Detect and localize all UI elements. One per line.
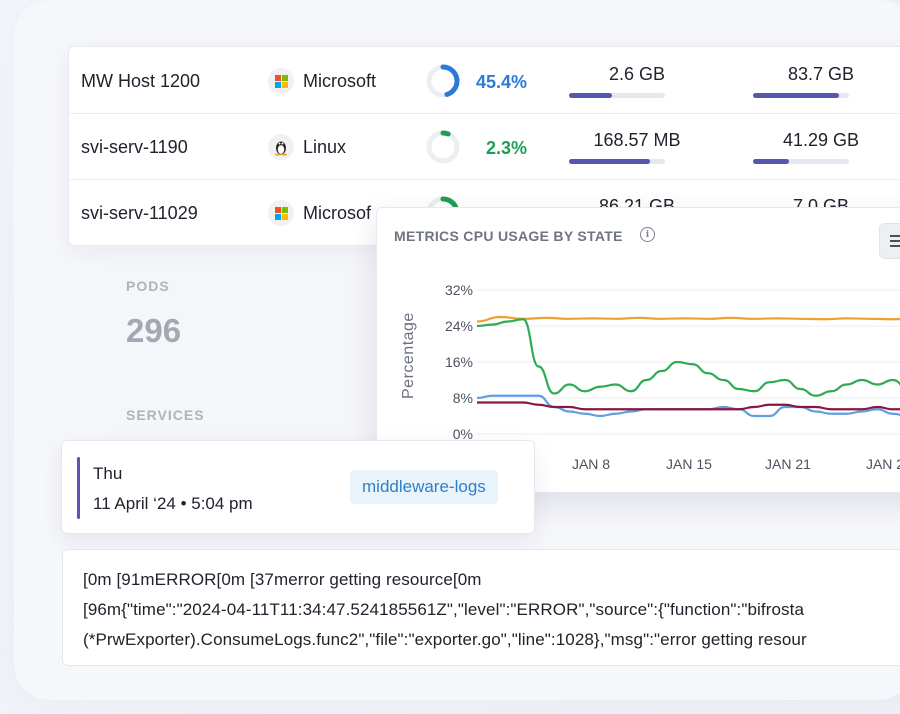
series-line-0 [476, 315, 900, 323]
services-label: SERVICES [126, 407, 205, 423]
os-name: Microsoft [303, 71, 377, 91]
cpu-percent: 45.4% [475, 72, 527, 92]
log-line: [0m [91mERROR[0m [37merror getting resou… [83, 570, 482, 589]
accent-bar [77, 457, 80, 519]
os-name: Microsof [303, 203, 372, 223]
host-name[interactable]: svi-serv-1190 [81, 137, 188, 158]
microsoft-icon [268, 68, 294, 94]
info-icon[interactable]: i [640, 227, 655, 242]
filter-button[interactable] [879, 223, 900, 259]
log-line: (*PrwExporter).ConsumeLogs.func2","file"… [83, 630, 807, 649]
log-day: Thu [93, 464, 123, 483]
log-line: [96m{"time":"2024-04-11T11:34:47.5241855… [83, 600, 805, 619]
log-datetime: 11 April ‘24 • 5:04 pm [93, 494, 253, 513]
memory-bar [569, 159, 665, 164]
host-name[interactable]: MW Host 1200 [81, 71, 200, 92]
x-tick-label: JAN 8 [572, 456, 610, 472]
cpu-donut [426, 130, 460, 164]
chart-title: METRICS CPU USAGE BY STATE [394, 228, 623, 244]
x-tick-label: JAN 15 [666, 456, 712, 472]
series-line-1 [476, 318, 900, 397]
stats-panel: PODS 296 SERVICES [108, 262, 408, 462]
log-message: [0m [91mERROR[0m [37merror getting resou… [62, 549, 900, 666]
disk-bar [753, 159, 849, 164]
disk-value: 41.29 GB [782, 130, 860, 150]
x-tick-label: JAN 21 [765, 456, 811, 472]
disk-value: 83.7 GB [787, 64, 855, 84]
memory-value: 168.57 MB [593, 130, 681, 150]
y-tick-label: 32% [445, 282, 473, 298]
table-row[interactable]: svi-serv-1190 Linux 2.3% 168.57 MB 41.29… [69, 113, 900, 180]
log-source-tag[interactable]: middleware-logs [350, 470, 498, 504]
filter-icon [890, 235, 900, 237]
log-entry-header: Thu 11 April ‘24 • 5:04 pm middleware-lo… [61, 440, 535, 534]
cpu-percent: 2.3% [485, 138, 527, 158]
disk-bar [753, 93, 849, 98]
linux-icon [268, 134, 294, 160]
y-tick-label: 16% [445, 354, 473, 370]
pods-label: PODS [126, 278, 170, 294]
x-tick-label: JAN 2 [866, 456, 900, 472]
host-name[interactable]: svi-serv-11029 [81, 203, 198, 224]
memory-value: 2.6 GB [608, 64, 666, 84]
y-tick-label: 8% [453, 390, 473, 406]
memory-bar [569, 93, 665, 98]
microsoft-icon [268, 200, 294, 226]
pods-value: 296 [126, 312, 182, 349]
y-tick-label: 24% [445, 318, 473, 334]
series-line-3 [477, 401, 900, 411]
os-name: Linux [303, 137, 347, 157]
cpu-donut [426, 64, 460, 98]
y-axis-label: Percentage [400, 312, 417, 399]
table-row[interactable]: MW Host 1200 Microsoft 45.4% 2.6 GB 83.7… [69, 47, 900, 114]
